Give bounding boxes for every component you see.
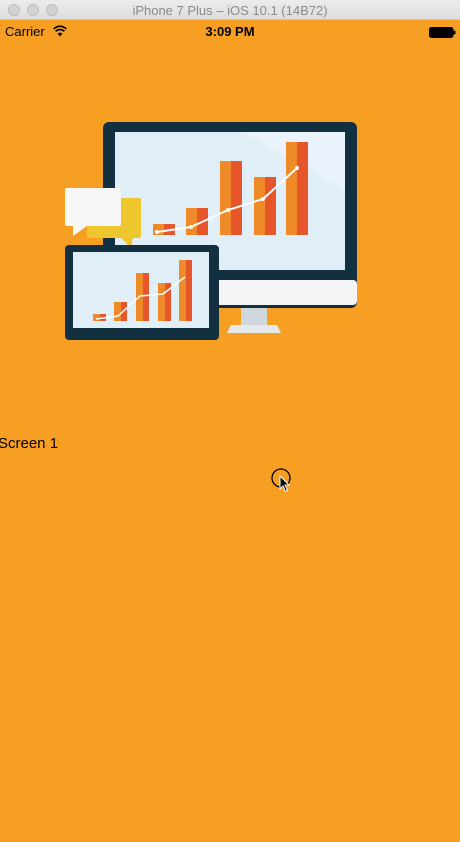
- status-time: 3:09 PM: [205, 24, 255, 39]
- analytics-devices-illustration: [65, 122, 357, 340]
- battery-icon: [429, 27, 456, 38]
- simulator-titlebar: iPhone 7 Plus – iOS 10.1 (14B72): [0, 0, 460, 20]
- mouse-cursor-icon: [271, 468, 291, 493]
- status-bar: Carrier 3:09 PM: [0, 20, 460, 44]
- screen-title-label: Screen 1: [0, 435, 59, 452]
- window-title: iPhone 7 Plus – iOS 10.1 (14B72): [132, 3, 328, 18]
- tablet-graphic: [65, 245, 219, 340]
